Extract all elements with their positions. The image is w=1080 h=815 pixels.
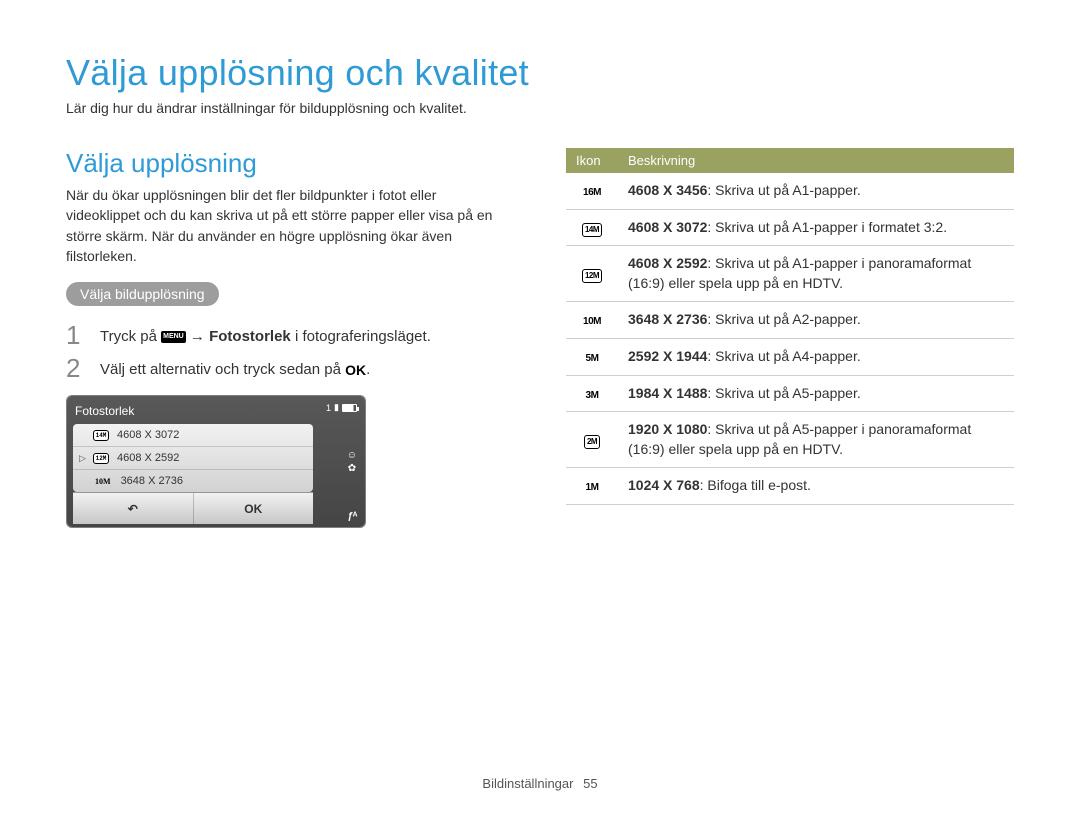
resolution-desc: : Skriva ut på A2-papper. xyxy=(707,311,860,327)
resolution-value: 1024 X 768 xyxy=(628,477,700,493)
resolution-table: Ikon Beskrivning 16M4608 X 3456: Skriva … xyxy=(566,148,1014,505)
resolution-size-icon: 1M xyxy=(578,481,606,495)
table-row: 10M 3648 X 2736: Skriva ut på A2-papper. xyxy=(566,302,1014,339)
table-row: 1M 1024 X 768: Bifoga till e-post. xyxy=(566,468,1014,505)
footer: Bildinställningar 55 xyxy=(0,776,1080,791)
resolution-value: 4608 X 3456 xyxy=(628,182,707,198)
storage-icon: ▮ xyxy=(334,402,339,413)
arrow-icon: → xyxy=(186,328,209,345)
resolution-desc: : Bifoga till e-post. xyxy=(700,477,811,493)
step-number-2: 2 xyxy=(66,355,84,381)
table-row: 12M 4608 X 2592: Skriva ut på A1-papper i… xyxy=(566,246,1014,302)
resolution-size-icon: 10M xyxy=(578,315,606,329)
resolution-size-icon: 12M xyxy=(582,269,602,283)
step2-text-pre: Välj ett alternativ och tryck sedan på xyxy=(100,361,345,378)
count-indicator: 1 xyxy=(326,403,331,413)
resolution-size-icon: 2M xyxy=(584,435,600,449)
resolution-size-icon: 5M xyxy=(578,352,606,366)
camera-preview: Fotostorlek 14M 4608 X 3072 ▷ 12M 4608 X… xyxy=(66,395,366,528)
table-cell-icon: 10M xyxy=(566,302,618,339)
step1-text-post: i fotograferingsläget. xyxy=(291,328,431,345)
step-2: 2 Välj ett alternativ och tryck sedan på… xyxy=(66,355,506,382)
resolution-desc: : Skriva ut på A4-papper. xyxy=(707,348,860,364)
table-cell-desc: 1984 X 1488: Skriva ut på A5-papper. xyxy=(618,375,1014,412)
back-icon: ↶ xyxy=(128,502,138,516)
res-icon: 12M xyxy=(93,453,109,464)
battery-icon xyxy=(342,404,357,412)
section-title: Välja upplösning xyxy=(66,148,506,179)
menu-icon: MENU xyxy=(161,331,186,343)
camera-side-indicators: 1 ▮ ☺ ✿ ƒᴬ xyxy=(323,402,359,524)
res-label: 4608 X 2592 xyxy=(117,452,179,464)
resolution-value: 1920 X 1080 xyxy=(628,421,707,437)
table-cell-icon: 5M xyxy=(566,338,618,375)
resolution-value: 1984 X 1488 xyxy=(628,385,707,401)
table-cell-desc: 4608 X 2592: Skriva ut på A1-papper i pa… xyxy=(618,246,1014,302)
resolution-desc: : Skriva ut på A5-papper. xyxy=(707,385,860,401)
flower-icon: ✿ xyxy=(347,463,357,474)
camera-ok-button[interactable]: OK xyxy=(194,493,314,524)
resolution-list: 14M 4608 X 3072 ▷ 12M 4608 X 2592 10M 36… xyxy=(73,424,313,492)
resolution-size-icon: 14M xyxy=(582,223,602,237)
resolution-value: 4608 X 2592 xyxy=(628,255,707,271)
table-cell-icon: 16M xyxy=(566,173,618,209)
table-cell-desc: 2592 X 1944: Skriva ut på A4-papper. xyxy=(618,338,1014,375)
res-icon: 10M xyxy=(93,477,113,486)
camera-title: Fotostorlek xyxy=(75,404,313,418)
table-cell-desc: 3648 X 2736: Skriva ut på A2-papper. xyxy=(618,302,1014,339)
res-label: 3648 X 2736 xyxy=(121,475,183,487)
table-header-desc: Beskrivning xyxy=(618,148,1014,173)
resolution-option[interactable]: 14M 4608 X 3072 xyxy=(73,424,313,446)
subsection-pill: Välja bildupplösning xyxy=(66,282,219,306)
table-row: 5M 2592 X 1944: Skriva ut på A4-papper. xyxy=(566,338,1014,375)
table-row: 16M 4608 X 3456: Skriva ut på A1-papper. xyxy=(566,173,1014,209)
step-1: 1 Tryck på MENU → Fotostorlek i fotograf… xyxy=(66,322,506,349)
table-header-icon: Ikon xyxy=(566,148,618,173)
table-cell-desc: 1920 X 1080: Skriva ut på A5-papper i pa… xyxy=(618,412,1014,468)
table-cell-icon: 14M xyxy=(566,209,618,246)
camera-back-button[interactable]: ↶ xyxy=(73,493,194,524)
table-cell-desc: 4608 X 3072: Skriva ut på A1-papper i fo… xyxy=(618,209,1014,246)
steps-list: 1 Tryck på MENU → Fotostorlek i fotograf… xyxy=(66,322,506,381)
section-description: När du ökar upplösningen blir det fler b… xyxy=(66,185,506,266)
face-detect-icon: ☺ xyxy=(347,450,357,461)
resolution-size-icon: 16M xyxy=(578,186,606,200)
camera-bottom-bar: ↶ OK xyxy=(73,492,313,524)
ok-icon: OK xyxy=(345,365,366,375)
footer-page-number: 55 xyxy=(583,776,597,791)
res-icon: 14M xyxy=(93,430,109,441)
step2-text-post: . xyxy=(366,361,370,378)
resolution-value: 3648 X 2736 xyxy=(628,311,707,327)
footer-section: Bildinställningar xyxy=(482,776,573,791)
table-cell-icon: 1M xyxy=(566,468,618,505)
table-cell-icon: 12M xyxy=(566,246,618,302)
table-cell-icon: 2M xyxy=(566,412,618,468)
table-row: 3M 1984 X 1488: Skriva ut på A5-papper. xyxy=(566,375,1014,412)
table-cell-desc: 1024 X 768: Bifoga till e-post. xyxy=(618,468,1014,505)
page-title: Välja upplösning och kvalitet xyxy=(66,52,1014,94)
right-column: Ikon Beskrivning 16M4608 X 3456: Skriva … xyxy=(566,148,1014,528)
resolution-value: 2592 X 1944 xyxy=(628,348,707,364)
step1-text-pre: Tryck på xyxy=(100,328,161,345)
resolution-size-icon: 3M xyxy=(578,389,606,403)
left-column: Välja upplösning När du ökar upplösninge… xyxy=(66,148,506,528)
step1-bold: Fotostorlek xyxy=(209,328,291,345)
page-description: Lär dig hur du ändrar inställningar för … xyxy=(66,100,1014,116)
resolution-desc: : Skriva ut på A1-papper. xyxy=(707,182,860,198)
resolution-option[interactable]: 10M 3648 X 2736 xyxy=(73,469,313,492)
resolution-option[interactable]: ▷ 12M 4608 X 2592 xyxy=(73,446,313,469)
res-label: 4608 X 3072 xyxy=(117,429,179,441)
flash-auto-icon: ƒᴬ xyxy=(348,511,357,522)
table-cell-desc: 4608 X 3456: Skriva ut på A1-papper. xyxy=(618,173,1014,209)
selection-pointer-icon: ▷ xyxy=(79,453,86,464)
table-row: 14M 4608 X 3072: Skriva ut på A1-papper i… xyxy=(566,209,1014,246)
step-number-1: 1 xyxy=(66,322,84,348)
table-row: 2M 1920 X 1080: Skriva ut på A5-papper i … xyxy=(566,412,1014,468)
resolution-value: 4608 X 3072 xyxy=(628,219,707,235)
table-cell-icon: 3M xyxy=(566,375,618,412)
resolution-desc: : Skriva ut på A1-papper i formatet 3:2. xyxy=(707,219,947,235)
